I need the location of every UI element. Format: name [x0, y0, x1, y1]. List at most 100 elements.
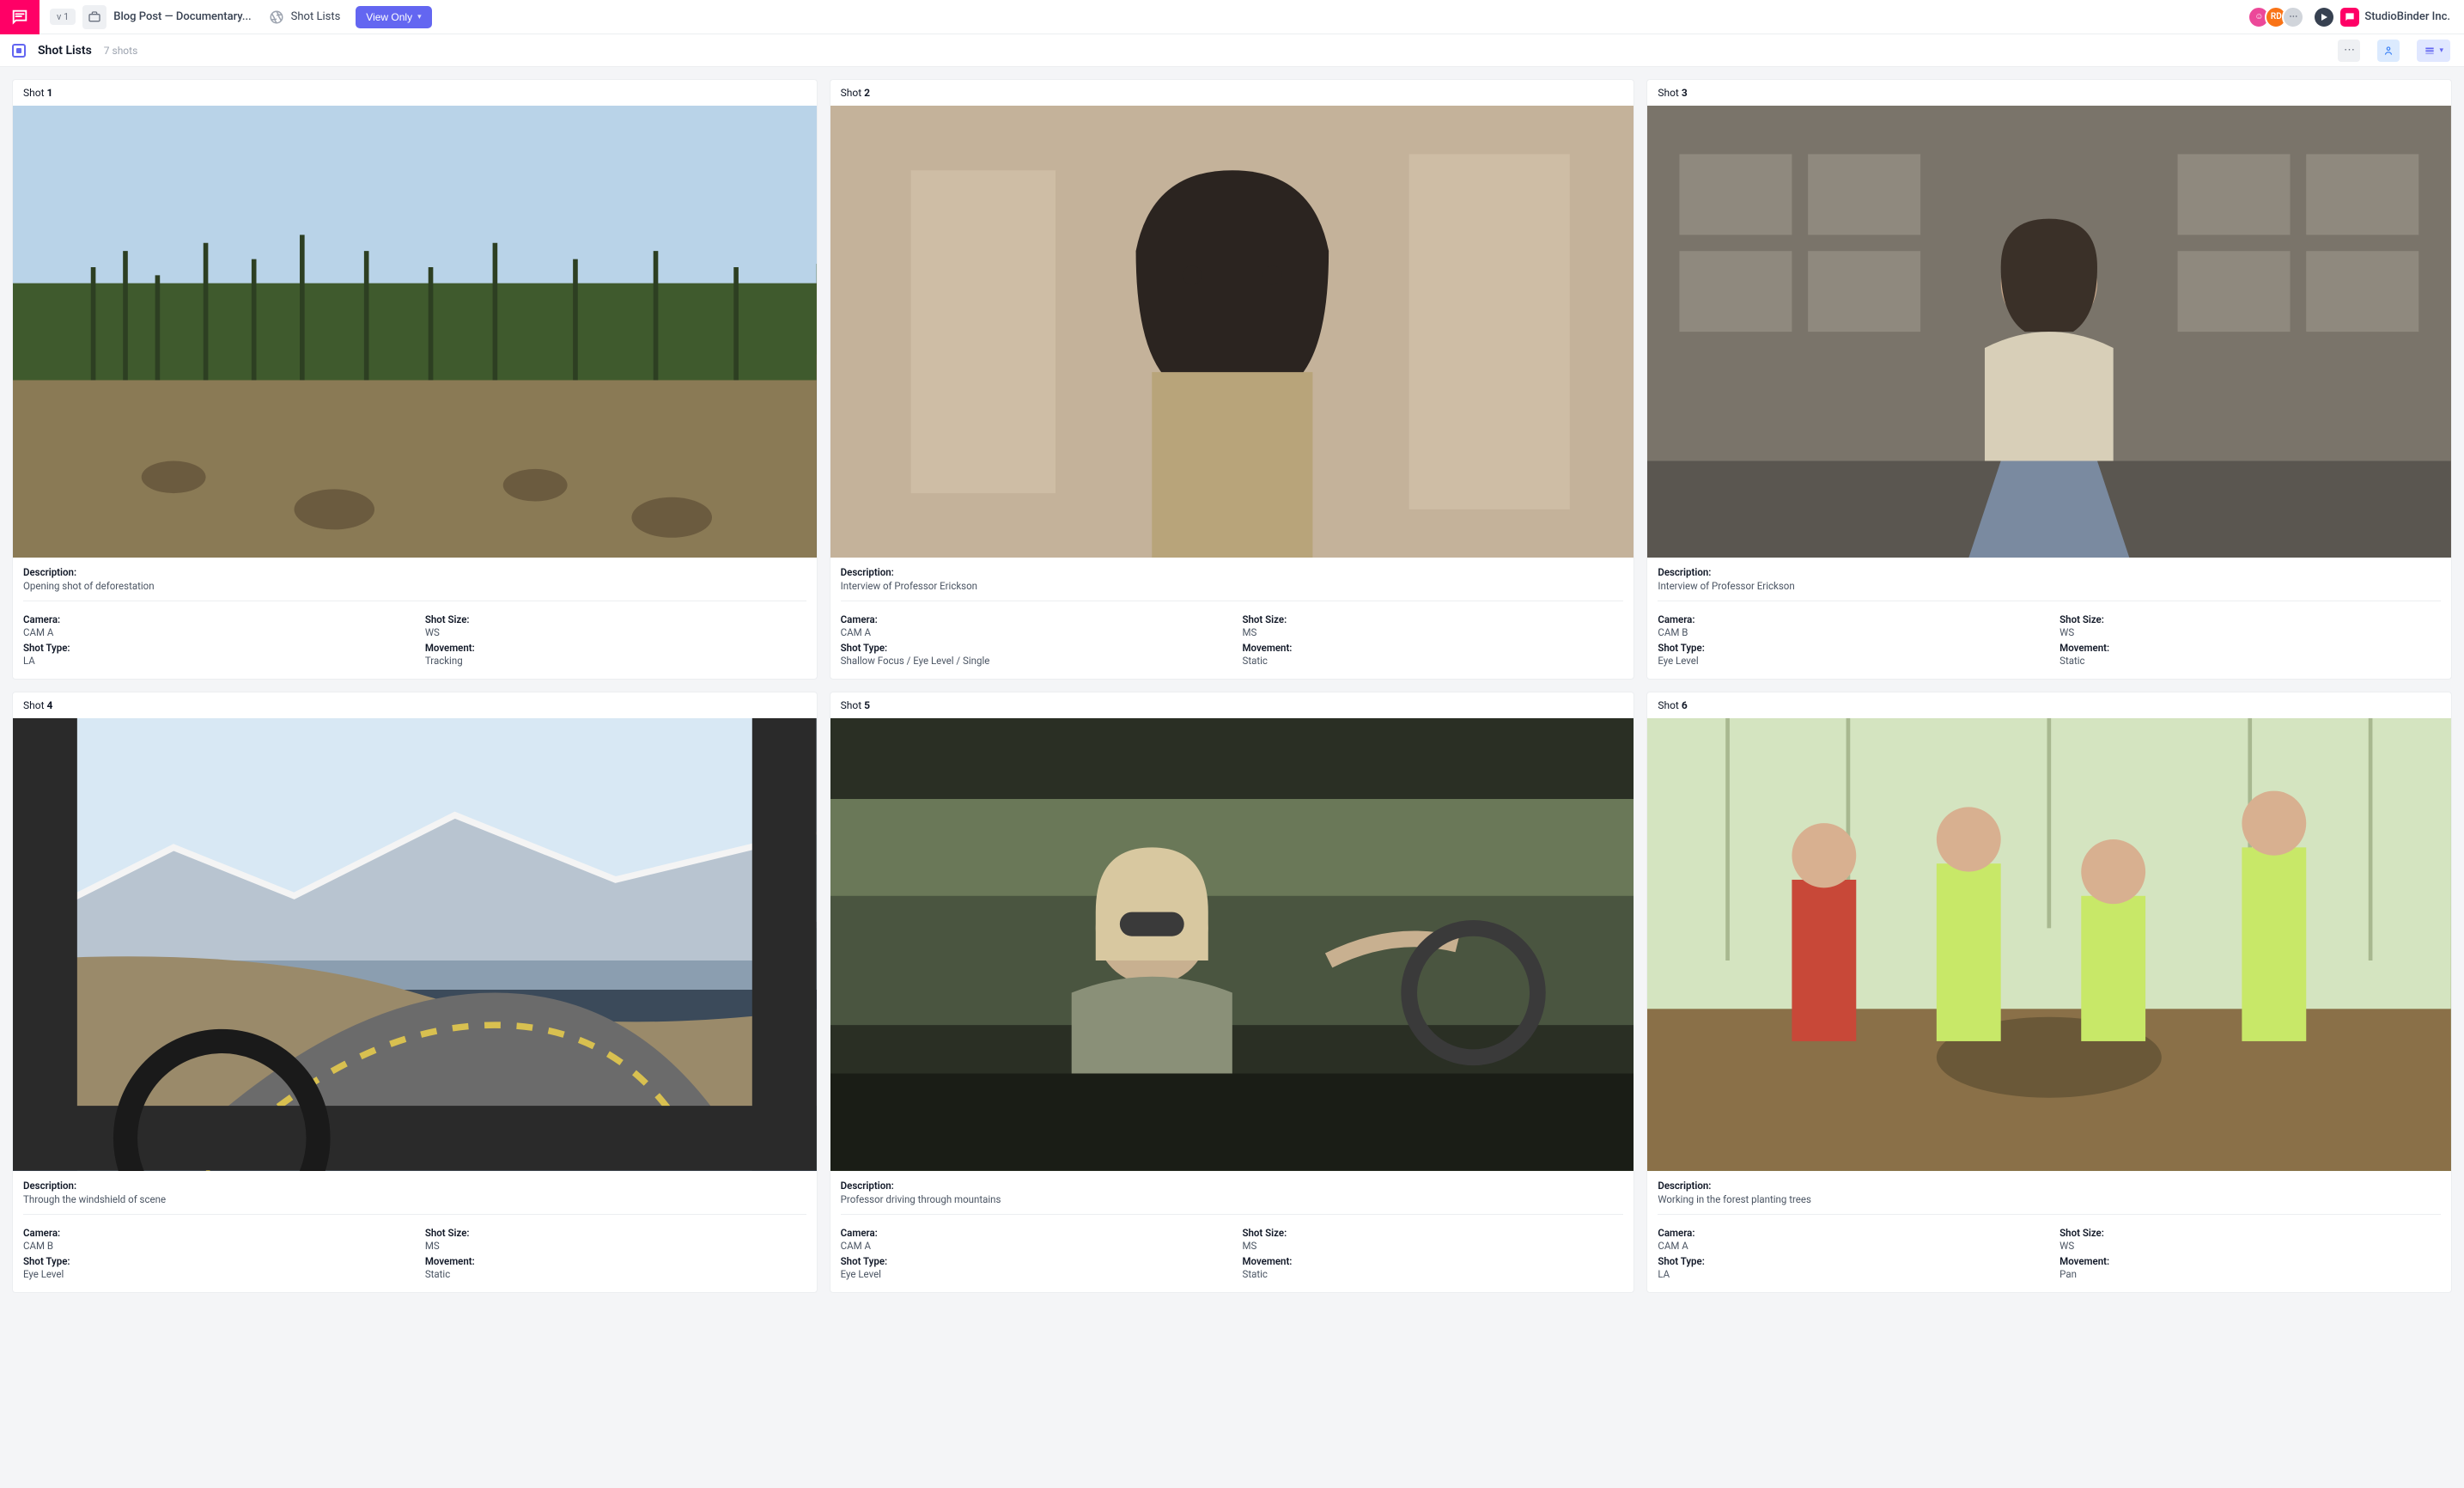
- play-button[interactable]: [2315, 8, 2333, 27]
- attr-label: Shot Size:: [1242, 613, 1623, 625]
- shot-number: 1: [47, 87, 53, 99]
- brand-logo[interactable]: [0, 0, 40, 34]
- shot-thumbnail[interactable]: [1647, 106, 2451, 558]
- attr-label: Movement:: [1242, 1255, 1623, 1267]
- shot-card[interactable]: Shot 1 Description:Opening shot of defore…: [12, 79, 818, 680]
- shot-number: 6: [1682, 699, 1688, 711]
- attr-value: LA: [23, 655, 405, 667]
- shot-attributes: Camera:CAM A Shot Size:WS Shot Type:LA Move…: [13, 605, 817, 679]
- dots-icon: ⋯: [2344, 44, 2355, 57]
- attr-value: WS: [425, 626, 806, 638]
- shot-description: Description:Opening shot of deforestatio…: [13, 558, 817, 605]
- attr-camera: Camera:CAM B: [1658, 613, 2039, 638]
- description-value: Interview of Professor Erickson: [1658, 580, 2441, 601]
- attr-value: CAM A: [841, 626, 1222, 638]
- aperture-icon: [269, 9, 284, 25]
- shot-header: Shot 1: [13, 80, 817, 106]
- shot-thumbnail[interactable]: [13, 106, 817, 558]
- company-name[interactable]: StudioBinder Inc.: [2364, 10, 2450, 23]
- shot-header: Shot 2: [830, 80, 1634, 106]
- view-mode-button[interactable]: View Only ▾: [356, 6, 431, 28]
- attr-label: Camera:: [841, 613, 1222, 625]
- shot-description: Description:Interview of Professor Erick…: [830, 558, 1634, 605]
- attr-value: Static: [1242, 655, 1623, 667]
- description-label: Description:: [841, 1180, 1624, 1192]
- attr-label: Shot Size:: [2059, 613, 2441, 625]
- attr-movement: Movement:Pan: [2059, 1255, 2441, 1280]
- shot-label: Shot: [23, 699, 45, 711]
- attr-camera: Camera:CAM A: [1658, 1227, 2039, 1252]
- attr-movement: Movement:Tracking: [425, 642, 806, 667]
- shot-label: Shot: [1658, 87, 1679, 99]
- attr-shot_type: Shot Type:Eye Level: [1658, 642, 2039, 667]
- attr-movement: Movement:Static: [425, 1255, 806, 1280]
- attr-label: Shot Type:: [1658, 1255, 2039, 1267]
- share-button[interactable]: [2377, 40, 2400, 62]
- description-value: Through the windshield of scene: [23, 1193, 806, 1215]
- shot-number: 5: [864, 699, 870, 711]
- company-logo[interactable]: [2340, 8, 2359, 27]
- project-title[interactable]: Blog Post — Documentary...: [113, 10, 251, 23]
- attr-label: Shot Size:: [425, 1227, 806, 1239]
- shot-card[interactable]: Shot 2 Description:Interview of Professor…: [830, 79, 1635, 680]
- attr-label: Shot Size:: [1242, 1227, 1623, 1239]
- attr-shot_size: Shot Size:WS: [425, 613, 806, 638]
- shot-card[interactable]: Shot 3 Description:Interview of Professor…: [1646, 79, 2452, 680]
- attr-label: Movement:: [2059, 642, 2441, 654]
- attr-shot_type: Shot Type:Eye Level: [841, 1255, 1222, 1280]
- shot-card[interactable]: Shot 6Description:Working in the forest …: [1646, 692, 2452, 1292]
- more-button[interactable]: ⋯: [2338, 40, 2360, 62]
- shot-thumbnail[interactable]: [830, 718, 1634, 1170]
- attr-label: Shot Type:: [23, 1255, 405, 1267]
- attr-shot_size: Shot Size:MS: [1242, 1227, 1623, 1252]
- attr-shot_type: Shot Type:Shallow Focus / Eye Level / Si…: [841, 642, 1222, 667]
- avatar[interactable]: ⋯: [2282, 6, 2304, 28]
- shot-thumbnail[interactable]: [1647, 718, 2451, 1170]
- attr-camera: Camera:CAM A: [23, 613, 405, 638]
- description-value: Opening shot of deforestation: [23, 580, 806, 601]
- description-value: Professor driving through mountains: [841, 1193, 1624, 1215]
- attr-value: WS: [2059, 1240, 2441, 1252]
- user-icon: [2382, 45, 2394, 57]
- attr-value: MS: [1242, 1240, 1623, 1252]
- attr-label: Shot Size:: [2059, 1227, 2441, 1239]
- attr-label: Camera:: [1658, 1227, 2039, 1239]
- version-pill[interactable]: v 1: [50, 9, 76, 25]
- attr-shot_type: Shot Type:LA: [23, 642, 405, 667]
- attr-label: Shot Size:: [425, 613, 806, 625]
- shot-card[interactable]: Shot 4Description:Through the windshield…: [12, 692, 818, 1292]
- attr-camera: Camera:CAM A: [841, 1227, 1222, 1252]
- attr-value: MS: [425, 1240, 806, 1252]
- shot-thumbnail[interactable]: [830, 106, 1634, 558]
- description-value: Working in the forest planting trees: [1658, 1193, 2441, 1215]
- attr-value: Eye Level: [841, 1268, 1222, 1280]
- attr-camera: Camera:CAM A: [841, 613, 1222, 638]
- shot-header: Shot 3: [1647, 80, 2451, 106]
- attr-value: CAM A: [841, 1240, 1222, 1252]
- attr-value: Eye Level: [23, 1268, 405, 1280]
- chevron-down-icon: ▾: [417, 12, 422, 21]
- attr-label: Camera:: [23, 613, 405, 625]
- shot-number: 3: [1682, 87, 1688, 99]
- section-label[interactable]: Shot Lists: [291, 10, 341, 23]
- shot-card[interactable]: Shot 5 Description:Professor driving thro…: [830, 692, 1635, 1292]
- attr-value: CAM A: [23, 626, 405, 638]
- shot-description: Description:Professor driving through mo…: [830, 1171, 1634, 1218]
- shot-label: Shot: [841, 87, 862, 99]
- presence-avatars: ☺RD⋯: [2253, 6, 2304, 28]
- shot-header: Shot 5: [830, 692, 1634, 718]
- shot-label: Shot: [23, 87, 45, 99]
- shot-thumbnail[interactable]: [13, 718, 817, 1170]
- view-mode-label: View Only: [366, 11, 412, 23]
- attr-value: CAM B: [1658, 626, 2039, 638]
- layout-toggle[interactable]: ▾: [2417, 40, 2450, 62]
- subbar: Shot Lists 7 shots ⋯ ▾: [0, 34, 2464, 67]
- attr-shot_size: Shot Size:MS: [425, 1227, 806, 1252]
- briefcase-icon[interactable]: [82, 5, 106, 29]
- attr-value: CAM B: [23, 1240, 405, 1252]
- attr-movement: Movement:Static: [2059, 642, 2441, 667]
- shot-description: Description:Interview of Professor Erick…: [1647, 558, 2451, 605]
- description-label: Description:: [23, 1180, 806, 1192]
- attr-value: Eye Level: [1658, 655, 2039, 667]
- topbar: v 1 Blog Post — Documentary... Shot List…: [0, 0, 2464, 34]
